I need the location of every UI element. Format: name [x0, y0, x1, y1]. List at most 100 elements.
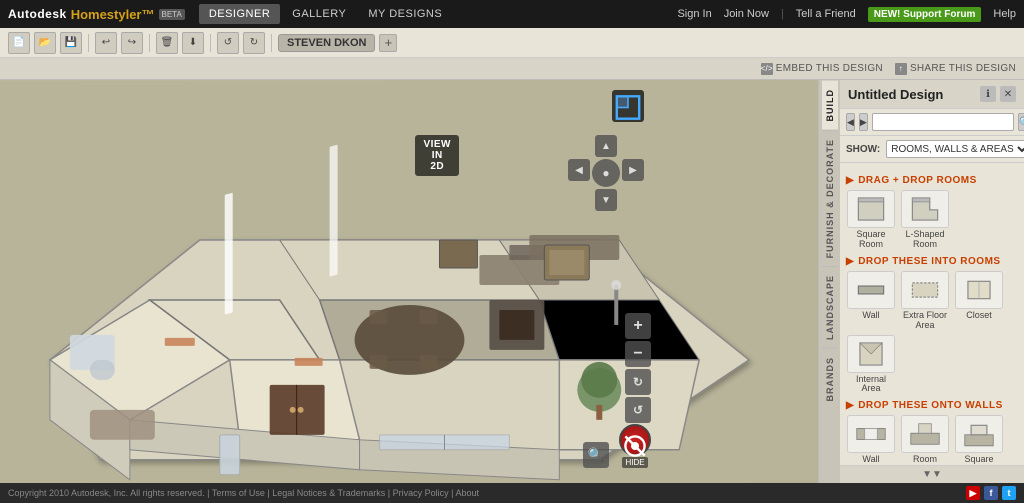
- internal-area-item[interactable]: InternalArea: [846, 335, 896, 395]
- nav-tabs: DESIGNER GALLERY MY DESIGNS: [199, 4, 452, 24]
- homestyler-logo: Homestyler™: [71, 7, 155, 22]
- footer-legal[interactable]: Legal Notices & Trademarks: [272, 488, 385, 498]
- design-title: Untitled Design: [848, 87, 943, 102]
- square-room-item[interactable]: SquareRoom: [846, 190, 896, 250]
- vtab-build[interactable]: BUILD: [822, 80, 838, 130]
- wall-label: Wall: [862, 311, 879, 321]
- copyright-text: Copyright 2010 Autodesk, Inc. All rights…: [8, 488, 205, 498]
- footer-about[interactable]: About: [455, 488, 479, 498]
- footer-terms[interactable]: Terms of Use: [212, 488, 265, 498]
- closet-label: Closet: [966, 311, 992, 321]
- wall-opening-label: WallOpening: [854, 455, 888, 465]
- footer: Copyright 2010 Autodesk, Inc. All rights…: [0, 483, 1024, 503]
- rotate-cw-button[interactable]: ↻: [625, 369, 651, 395]
- join-now-link[interactable]: Join Now: [724, 8, 769, 20]
- zoom-in-button[interactable]: +: [625, 313, 651, 339]
- lshaped-room-item[interactable]: L-ShapedRoom: [900, 190, 950, 250]
- show-select[interactable]: ROOMS, WALLS & AREAS: [886, 140, 1024, 158]
- twitter-icon[interactable]: t: [1002, 486, 1016, 500]
- extra-floor-thumb: [901, 271, 949, 309]
- square-room-svg: [851, 194, 891, 224]
- closet-svg: [959, 275, 999, 305]
- new-support-badge[interactable]: NEW! Support Forum: [868, 7, 982, 22]
- search-prev-button[interactable]: ◀: [846, 113, 855, 131]
- share-design-button[interactable]: ↑ SHARE THIS DESIGN: [895, 63, 1016, 75]
- tell-friend-link[interactable]: Tell a Friend: [796, 8, 856, 20]
- nav-down-button[interactable]: ▼: [595, 189, 617, 211]
- user-tab[interactable]: STEVEN DKON: [278, 34, 375, 52]
- square-room-thumb: [847, 190, 895, 228]
- rotate-ccw-button[interactable]: ↺: [625, 397, 651, 423]
- tab-gallery[interactable]: GALLERY: [282, 4, 356, 24]
- into-rooms-grid: Wall Extra FloorArea: [846, 271, 1018, 395]
- view-2d-container: VIEW IN 2D: [612, 90, 644, 125]
- tab-designer[interactable]: DESIGNER: [199, 4, 280, 24]
- toolbar-redo[interactable]: ↪: [121, 32, 143, 54]
- toolbar-rotate-right[interactable]: ↻: [243, 32, 265, 54]
- nav-controls: ▲ ◀ ● ▶ ▼: [568, 135, 644, 211]
- add-tab-button[interactable]: +: [379, 34, 397, 52]
- toolbar-save[interactable]: 💾: [60, 32, 82, 54]
- tab-my-designs[interactable]: MY DESIGNS: [358, 4, 452, 24]
- wall-opening-svg: [851, 419, 891, 449]
- search-go-button[interactable]: 🔍: [1018, 113, 1024, 131]
- square-addon-item[interactable]: SquareAdd-On: [954, 415, 1004, 465]
- facebook-icon[interactable]: f: [984, 486, 998, 500]
- hide-button[interactable]: HIDE: [619, 424, 651, 468]
- search-next-button[interactable]: ▶: [859, 113, 868, 131]
- embed-design-button[interactable]: </> EMBED THIS DESIGN: [761, 63, 883, 75]
- wall-item[interactable]: Wall: [846, 271, 896, 331]
- show-label: SHOW:: [846, 144, 880, 155]
- extra-floor-item[interactable]: Extra FloorArea: [900, 271, 950, 331]
- hide-icon: [619, 424, 651, 456]
- section-onto-walls-label: DROP THESE ONTO WALLS: [858, 400, 1003, 411]
- toolbar-rotate-left[interactable]: ↺: [217, 32, 239, 54]
- toolbar-separator-1: [88, 34, 89, 52]
- toolbar-new[interactable]: 📄: [8, 32, 30, 54]
- main-area: VIEW IN 2D ▲ ◀ ● ▶ ▼ + − ↻ ↺: [0, 80, 1024, 483]
- section-into-rooms-header: ▶ DROP THESE INTO ROOMS: [846, 256, 1018, 267]
- vtab-landscape[interactable]: LANDSCAPE: [822, 266, 838, 348]
- footer-privacy[interactable]: Privacy Policy: [393, 488, 449, 498]
- toolbar-undo[interactable]: ↩: [95, 32, 117, 54]
- nav-up-button[interactable]: ▲: [595, 135, 617, 157]
- wall-opening-item[interactable]: WallOpening: [846, 415, 896, 465]
- panel-expand-button[interactable]: ▼▼: [840, 465, 1024, 483]
- toolbar-open[interactable]: 📂: [34, 32, 56, 54]
- drag-drop-rooms-grid: SquareRoom L-ShapedRoom: [846, 190, 1018, 250]
- nav-left-button[interactable]: ◀: [568, 159, 590, 181]
- canvas-search-button[interactable]: 🔍: [583, 442, 609, 468]
- embed-icon: </>: [761, 63, 773, 75]
- footer-social: ▶ f t: [966, 486, 1016, 500]
- onto-walls-grid: WallOpening RoomExpansion: [846, 415, 1018, 465]
- close-button[interactable]: ✕: [1000, 86, 1016, 102]
- info-button[interactable]: ℹ: [980, 86, 996, 102]
- search-input[interactable]: [872, 113, 1014, 131]
- top-navigation: Autodesk Homestyler™ BETA DESIGNER GALLE…: [0, 0, 1024, 28]
- toolbar-download[interactable]: ⬇: [182, 32, 204, 54]
- square-room-label: SquareRoom: [856, 230, 885, 250]
- youtube-icon[interactable]: ▶: [966, 486, 980, 500]
- vtab-brands[interactable]: BRANDS: [822, 348, 838, 410]
- vtab-furnish[interactable]: FURNISH & DECORATE: [822, 130, 838, 266]
- toolbar-separator-3: [210, 34, 211, 52]
- canvas-area[interactable]: VIEW IN 2D ▲ ◀ ● ▶ ▼ + − ↻ ↺: [0, 80, 839, 483]
- view-2d-button[interactable]: VIEW IN 2D: [415, 135, 459, 176]
- toolbar-delete[interactable]: 🗑: [156, 32, 178, 54]
- sign-in-link[interactable]: Sign In: [677, 8, 711, 20]
- share-label: SHARE THIS DESIGN: [910, 63, 1016, 74]
- nav-lr-row: ◀ ● ▶: [568, 159, 644, 187]
- lshaped-room-thumb: [901, 190, 949, 228]
- section-arrow-1: ▶: [846, 175, 854, 186]
- lshaped-room-svg: [905, 194, 945, 224]
- closet-thumb: [955, 271, 1003, 309]
- room-expansion-item[interactable]: RoomExpansion: [900, 415, 950, 465]
- closet-item[interactable]: Closet: [954, 271, 1004, 331]
- panel-header-icons: ℹ ✕: [980, 86, 1016, 102]
- section-drag-drop-header: ▶ DRAG + DROP ROOMS: [846, 175, 1018, 186]
- nav-center-button[interactable]: ●: [592, 159, 620, 187]
- show-row: SHOW: ROOMS, WALLS & AREAS: [840, 136, 1024, 163]
- nav-right-button[interactable]: ▶: [622, 159, 644, 181]
- help-link[interactable]: Help: [993, 8, 1016, 20]
- zoom-out-button[interactable]: −: [625, 341, 651, 367]
